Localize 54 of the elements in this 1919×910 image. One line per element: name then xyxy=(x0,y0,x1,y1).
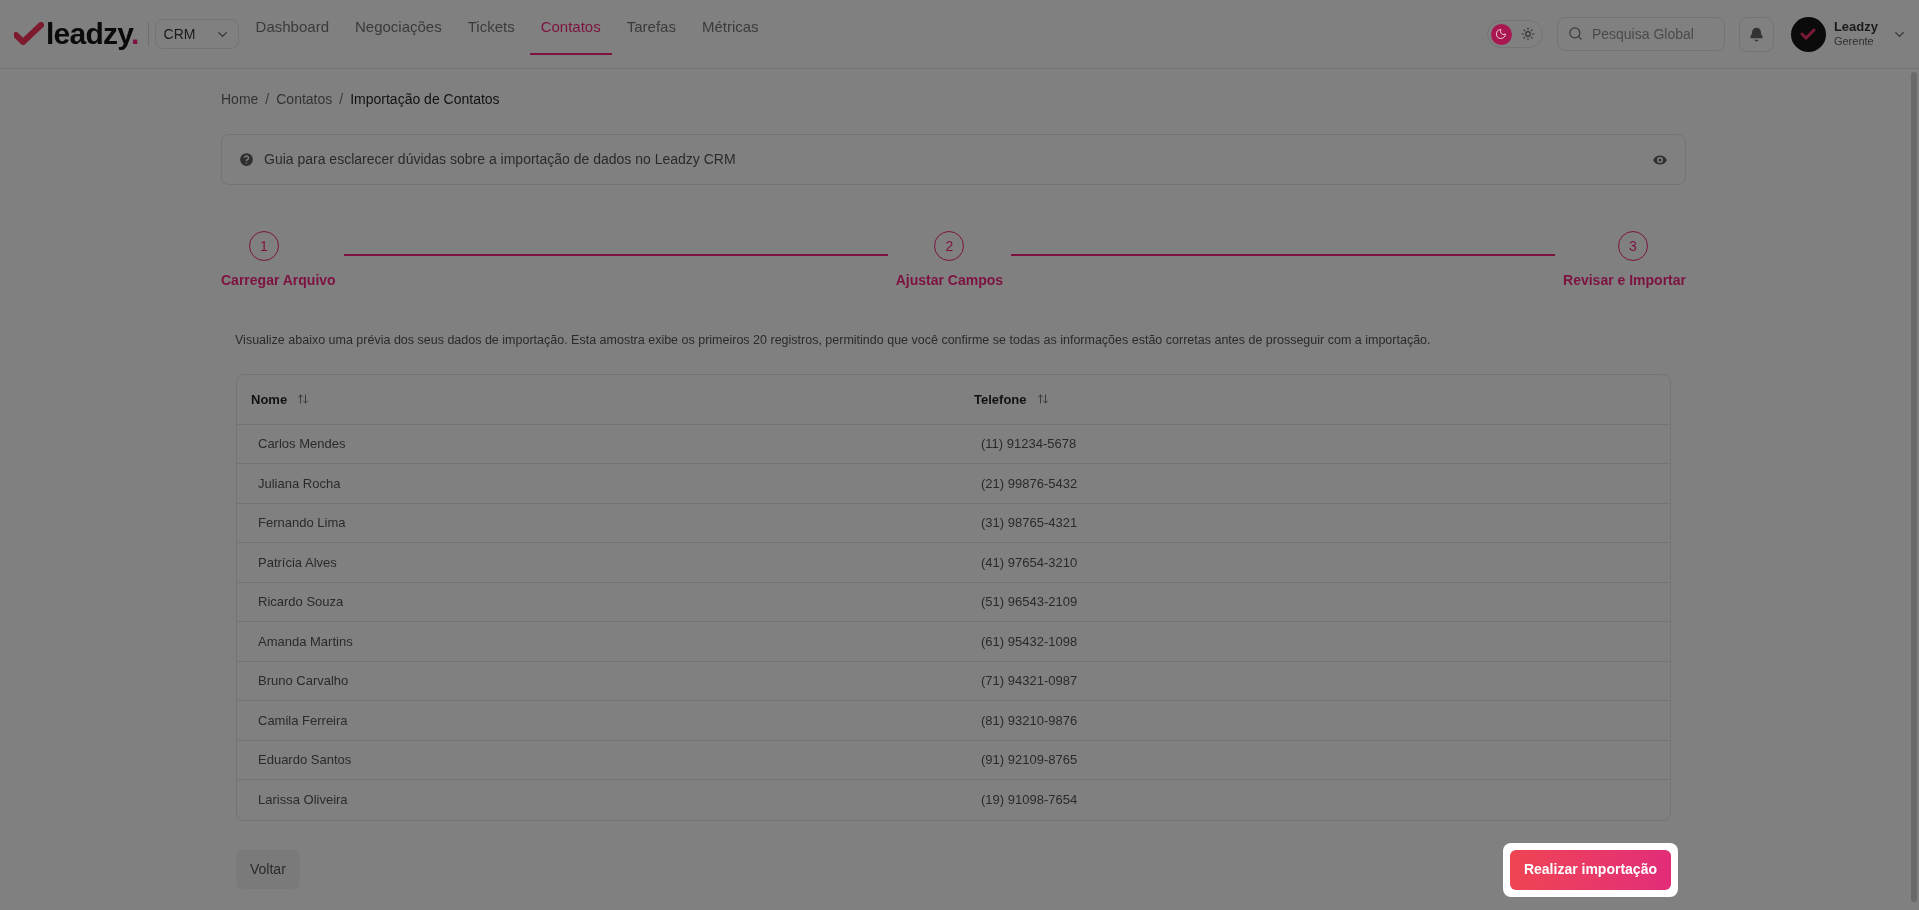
search-icon xyxy=(1567,26,1583,41)
breadcrumb-separator: / xyxy=(265,90,270,109)
check-logo-icon xyxy=(14,22,44,46)
table-cell-text: Ricardo Souza xyxy=(257,593,345,612)
user-name: Leadzy xyxy=(1833,19,1878,36)
breadcrumb-link[interactable]: Contatos xyxy=(276,89,333,110)
table-cell-text: Juliana Rocha xyxy=(257,474,342,493)
table-cell-text: (41) 97654-3210 xyxy=(980,553,1079,572)
step-label: Ajustar Campos xyxy=(895,271,1003,290)
back-button[interactable]: Voltar xyxy=(236,850,300,890)
step-label: Revisar e Importar xyxy=(1563,271,1686,290)
table-cell-text: (71) 94321-0987 xyxy=(980,672,1079,691)
nav-tab[interactable]: Dashboard xyxy=(244,0,340,55)
guide-text: Guia para esclarecer dúvidas sobre a importação de dados no Leadzy CRM xyxy=(264,150,737,169)
table-cell-text: Eduardo Santos xyxy=(257,751,353,770)
app-select[interactable]: CRM xyxy=(154,19,239,49)
logo-text: leadzy. xyxy=(46,19,139,49)
help-icon xyxy=(238,151,255,168)
nav-tab[interactable]: Métricas xyxy=(690,0,770,55)
table-cell-text: (61) 95432-1098 xyxy=(980,632,1079,651)
current-page-title: Importação de Contatos xyxy=(350,90,500,109)
table-cell-text: (81) 93210-9876 xyxy=(980,711,1079,730)
import-button[interactable]: Realizar importação xyxy=(1509,849,1671,890)
table-cell-text: (19) 91098-7654 xyxy=(980,791,1079,810)
user-avatar[interactable] xyxy=(1790,16,1826,52)
guide-banner[interactable]: Guia para esclarecer dúvidas sobre a importação de dados no Leadzy CRM xyxy=(221,134,1686,185)
column-header: Nome xyxy=(251,390,288,409)
dark-mode-knob[interactable] xyxy=(1490,23,1512,45)
table-cell-text: Camila Ferreira xyxy=(257,711,349,730)
nav-tab[interactable]: Tickets xyxy=(456,0,526,55)
user-role: Gerente xyxy=(1833,35,1875,49)
table-cell-text: Bruno Carvalho xyxy=(257,672,350,691)
table-cell-text: Patrícia Alves xyxy=(257,553,338,572)
table-cell-text: Fernando Lima xyxy=(257,514,347,533)
nav-tab[interactable]: Tarefas xyxy=(615,0,687,55)
column-header: Telefone xyxy=(974,390,1027,409)
description-text: Visualize abaixo uma prévia dos seus dados de importação. Esta amostra exibe os primeiros 20 registros, permitindo que você confirme se todas as informações estão corretas antes de prosseguir com a importação. xyxy=(235,332,1432,349)
table-cell-text: Larissa Oliveira xyxy=(257,791,349,810)
table-cell-text: (31) 98765-4321 xyxy=(980,514,1079,533)
table-cell-text: (21) 99876-5432 xyxy=(980,474,1079,493)
table-cell-text: (51) 96543-2109 xyxy=(980,593,1079,612)
breadcrumb-separator: / xyxy=(339,90,344,109)
table-cell-text: (11) 91234-5678 xyxy=(980,435,1078,454)
sort-icon[interactable] xyxy=(1036,393,1049,406)
table-cell-text: Carlos Mendes xyxy=(257,435,347,454)
sort-icon[interactable] xyxy=(297,393,310,406)
notifications-button[interactable] xyxy=(1738,16,1774,52)
step-label: Carregar Arquivo xyxy=(221,271,336,290)
nav-tab[interactable]: Negociações xyxy=(344,0,453,55)
breadcrumb-link[interactable]: Home xyxy=(221,89,259,110)
table-cell-text: (91) 92109-8765 xyxy=(980,751,1079,770)
nav-tab[interactable]: Contatos xyxy=(529,0,612,55)
table-cell-text: Amanda Martins xyxy=(257,632,354,651)
bell-icon xyxy=(1748,26,1764,42)
